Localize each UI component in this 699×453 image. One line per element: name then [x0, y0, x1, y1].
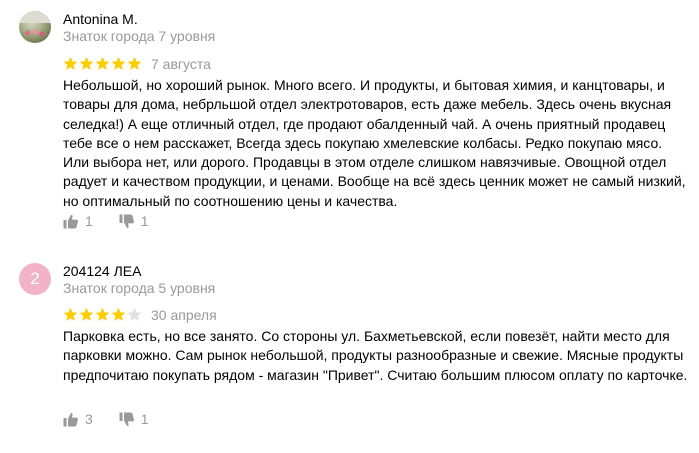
review-date: 7 августа — [151, 56, 211, 72]
dislike-button[interactable]: 1 — [119, 213, 149, 229]
avatar[interactable] — [19, 11, 51, 43]
rating-stars — [63, 56, 142, 72]
author-name[interactable]: 204124 ЛЕА — [63, 263, 141, 279]
author-level: Знаток города 7 уровня — [63, 28, 216, 44]
author-name[interactable]: Antonina M. — [63, 11, 138, 27]
review-text: Парковка есть, но все занято. Со стороны… — [63, 328, 688, 383]
star-icon — [127, 56, 142, 71]
star-icon — [95, 56, 110, 71]
star-icon — [63, 307, 78, 322]
star-icon — [111, 307, 126, 322]
star-icon — [111, 56, 126, 71]
dislike-count: 1 — [140, 213, 149, 229]
star-icon — [79, 307, 94, 322]
dislike-button[interactable]: 1 — [119, 411, 149, 427]
like-button[interactable]: 3 — [63, 411, 93, 427]
author-level: Знаток города 5 уровня — [63, 280, 216, 296]
review-text: Небольшой, но хороший рынок. Много всего… — [63, 77, 686, 209]
star-icon — [127, 307, 142, 322]
vote-bar: 3 1 — [63, 410, 149, 428]
like-count: 3 — [85, 411, 93, 427]
thumbs-down-icon — [119, 214, 135, 229]
avatar[interactable]: 2 — [19, 263, 51, 295]
like-button[interactable]: 1 — [63, 213, 93, 229]
thumbs-down-icon — [119, 412, 135, 427]
review-date: 30 апреля — [151, 307, 217, 323]
rating-stars — [63, 307, 142, 323]
thumbs-up-icon — [63, 412, 79, 427]
vote-bar: 1 1 — [63, 212, 149, 230]
star-icon — [79, 56, 94, 71]
thumbs-up-icon — [63, 214, 79, 229]
like-count: 1 — [85, 213, 93, 229]
dislike-count: 1 — [140, 411, 149, 427]
star-icon — [95, 307, 110, 322]
star-icon — [63, 56, 78, 71]
